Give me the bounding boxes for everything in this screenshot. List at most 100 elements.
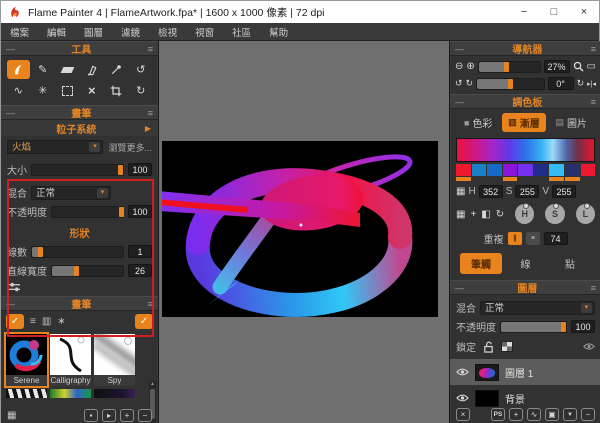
pencil-tool[interactable]: ✎ — [32, 60, 55, 79]
stop-marker[interactable] — [565, 177, 580, 181]
brush-thumb-partial[interactable] — [94, 389, 135, 398]
shape-settings-icon[interactable] — [1, 280, 158, 295]
contrast-icon[interactable]: ◧ — [481, 209, 490, 220]
eyedropper-tool[interactable] — [105, 60, 128, 79]
flip-horizontal-icon[interactable]: ▸|◂ — [587, 80, 596, 88]
layer-visibility-icon[interactable] — [456, 393, 469, 403]
collapse-icon[interactable]: — — [455, 44, 464, 54]
zoom-out-icon[interactable]: ⊖ — [455, 61, 463, 72]
numeric-grid-icon[interactable]: ▦ — [456, 186, 465, 197]
blend-dropdown[interactable]: 正常 ▾ — [31, 186, 111, 200]
brush-thumb-serene[interactable]: Serene — [6, 334, 47, 386]
scroll-up-arrow[interactable]: ▲ — [149, 381, 156, 388]
repeat-value[interactable]: 74 — [544, 232, 568, 245]
menu-layer[interactable]: 圖層 — [75, 25, 112, 39]
brush-preset-dropdown[interactable]: 火焰 ▾ — [7, 140, 103, 154]
clear-layer-button[interactable]: × — [456, 408, 470, 421]
mode-dot-button[interactable]: 點 — [549, 253, 591, 274]
gradient-stop[interactable] — [503, 164, 518, 176]
add-layer-button[interactable]: + — [509, 408, 523, 421]
gradient-stop[interactable] — [565, 164, 580, 176]
zoom-in-icon[interactable]: ⊕ — [466, 61, 474, 72]
gradient-bar[interactable] — [456, 138, 595, 162]
fit-screen-icon[interactable]: ▭ — [587, 61, 596, 72]
remove-brush-button[interactable]: − — [138, 409, 152, 422]
cycle-icon[interactable]: ↻ — [496, 209, 504, 220]
wave-tool[interactable]: ∿ — [7, 81, 30, 100]
tab-image[interactable]: ▤ 圖片 — [549, 113, 593, 132]
redo-button[interactable]: ↻ — [130, 81, 153, 100]
menu-filter[interactable]: 濾鏡 — [112, 25, 149, 39]
collapse-icon[interactable]: — — [455, 283, 464, 293]
size-slider[interactable] — [31, 164, 124, 176]
panel-menu-icon[interactable]: ≡ — [591, 44, 596, 54]
particle-tool[interactable]: ✳ — [32, 81, 55, 100]
layer-opacity-slider[interactable] — [500, 321, 567, 333]
gradient-stop[interactable] — [518, 164, 533, 176]
slider-handle[interactable] — [74, 266, 79, 276]
marker-tool[interactable] — [81, 60, 104, 79]
workspace-area[interactable] — [159, 41, 449, 423]
panel-menu-icon[interactable]: ≡ — [148, 299, 153, 309]
layer-blend-dropdown[interactable]: 正常 ▾ — [480, 301, 595, 315]
transform-tool[interactable]: × — [81, 81, 104, 100]
slider-handle[interactable] — [561, 322, 566, 332]
menu-window[interactable]: 視窗 — [186, 25, 223, 39]
duplicate-layer-button[interactable]: ▣ — [545, 408, 559, 421]
visibility-icon[interactable] — [583, 342, 595, 351]
layer-visibility-icon[interactable] — [456, 367, 469, 377]
menu-help[interactable]: 幫助 — [260, 25, 297, 39]
panel-menu-icon[interactable]: ≡ — [148, 44, 153, 54]
hue-value[interactable]: 352 — [479, 185, 503, 198]
panel-menu-icon[interactable]: ≡ — [148, 108, 153, 118]
brush-group-button[interactable]: ✓ — [135, 314, 153, 329]
stop-marker[interactable] — [549, 177, 564, 181]
brush-filter-check-button[interactable]: ✓ — [6, 314, 24, 329]
flame-brush-tool[interactable] — [7, 60, 30, 79]
slider-handle[interactable] — [118, 165, 123, 175]
rotate-ccw-icon[interactable]: ↺ — [455, 78, 463, 89]
collapse-icon[interactable]: — — [6, 299, 15, 309]
mode-brush-button[interactable]: 筆觸 — [460, 253, 502, 274]
select-tool[interactable] — [56, 81, 79, 100]
gradient-stop[interactable] — [487, 164, 502, 176]
grid-view-icon[interactable]: ▦ — [7, 410, 16, 421]
painting-canvas[interactable] — [162, 141, 438, 317]
tab-color[interactable]: ■ 色彩 — [458, 113, 498, 132]
hue-knob[interactable]: H — [515, 204, 534, 224]
sparkle-icon[interactable]: ∗ — [57, 316, 65, 327]
slider-handle[interactable] — [119, 207, 124, 217]
panel-menu-icon[interactable]: ≡ — [591, 283, 596, 293]
rotate-reset-icon[interactable]: ↻ — [577, 78, 585, 89]
lock-transparency-icon[interactable] — [501, 341, 513, 352]
brush-thumb-partial[interactable] — [50, 389, 91, 398]
gradient-stop[interactable] — [549, 164, 564, 176]
add-vector-layer-button[interactable]: ∿ — [527, 408, 541, 421]
browse-more-link[interactable]: 瀏覽更多... — [108, 141, 152, 154]
gradient-stop[interactable] — [534, 164, 549, 176]
magnifier-icon[interactable] — [573, 61, 584, 72]
tab-gradient[interactable]: ▥ 漸層 — [502, 113, 546, 132]
opacity-slider[interactable] — [51, 206, 124, 218]
repeat-mode-lines-toggle[interactable]: ≡ — [526, 232, 540, 245]
minimize-button[interactable]: − — [509, 1, 539, 23]
mode-line-button[interactable]: 線 — [505, 253, 547, 274]
add-color-icon[interactable]: + — [470, 209, 476, 220]
delete-layer-button[interactable]: − — [581, 408, 595, 421]
slider-handle[interactable] — [504, 62, 509, 72]
saturation-knob[interactable]: S — [545, 204, 564, 224]
lightness-knob[interactable]: L — [576, 204, 595, 224]
slider-handle[interactable] — [38, 247, 43, 257]
close-button[interactable]: × — [569, 1, 599, 23]
menu-view[interactable]: 檢視 — [149, 25, 186, 39]
particle-system-row[interactable]: 粒子系統 ▶ — [1, 120, 158, 136]
import-brush-button[interactable]: ▸ — [102, 409, 116, 422]
stop-marker[interactable] — [456, 177, 471, 181]
lock-open-icon[interactable] — [483, 341, 494, 353]
value-value[interactable]: 255 — [552, 185, 576, 198]
gradient-stop[interactable] — [581, 164, 596, 176]
menu-edit[interactable]: 編輯 — [38, 25, 75, 39]
saturation-value[interactable]: 255 — [515, 185, 539, 198]
thumbnail-size-button[interactable]: ▪ — [84, 409, 98, 422]
menu-file[interactable]: 檔案 — [1, 25, 38, 39]
